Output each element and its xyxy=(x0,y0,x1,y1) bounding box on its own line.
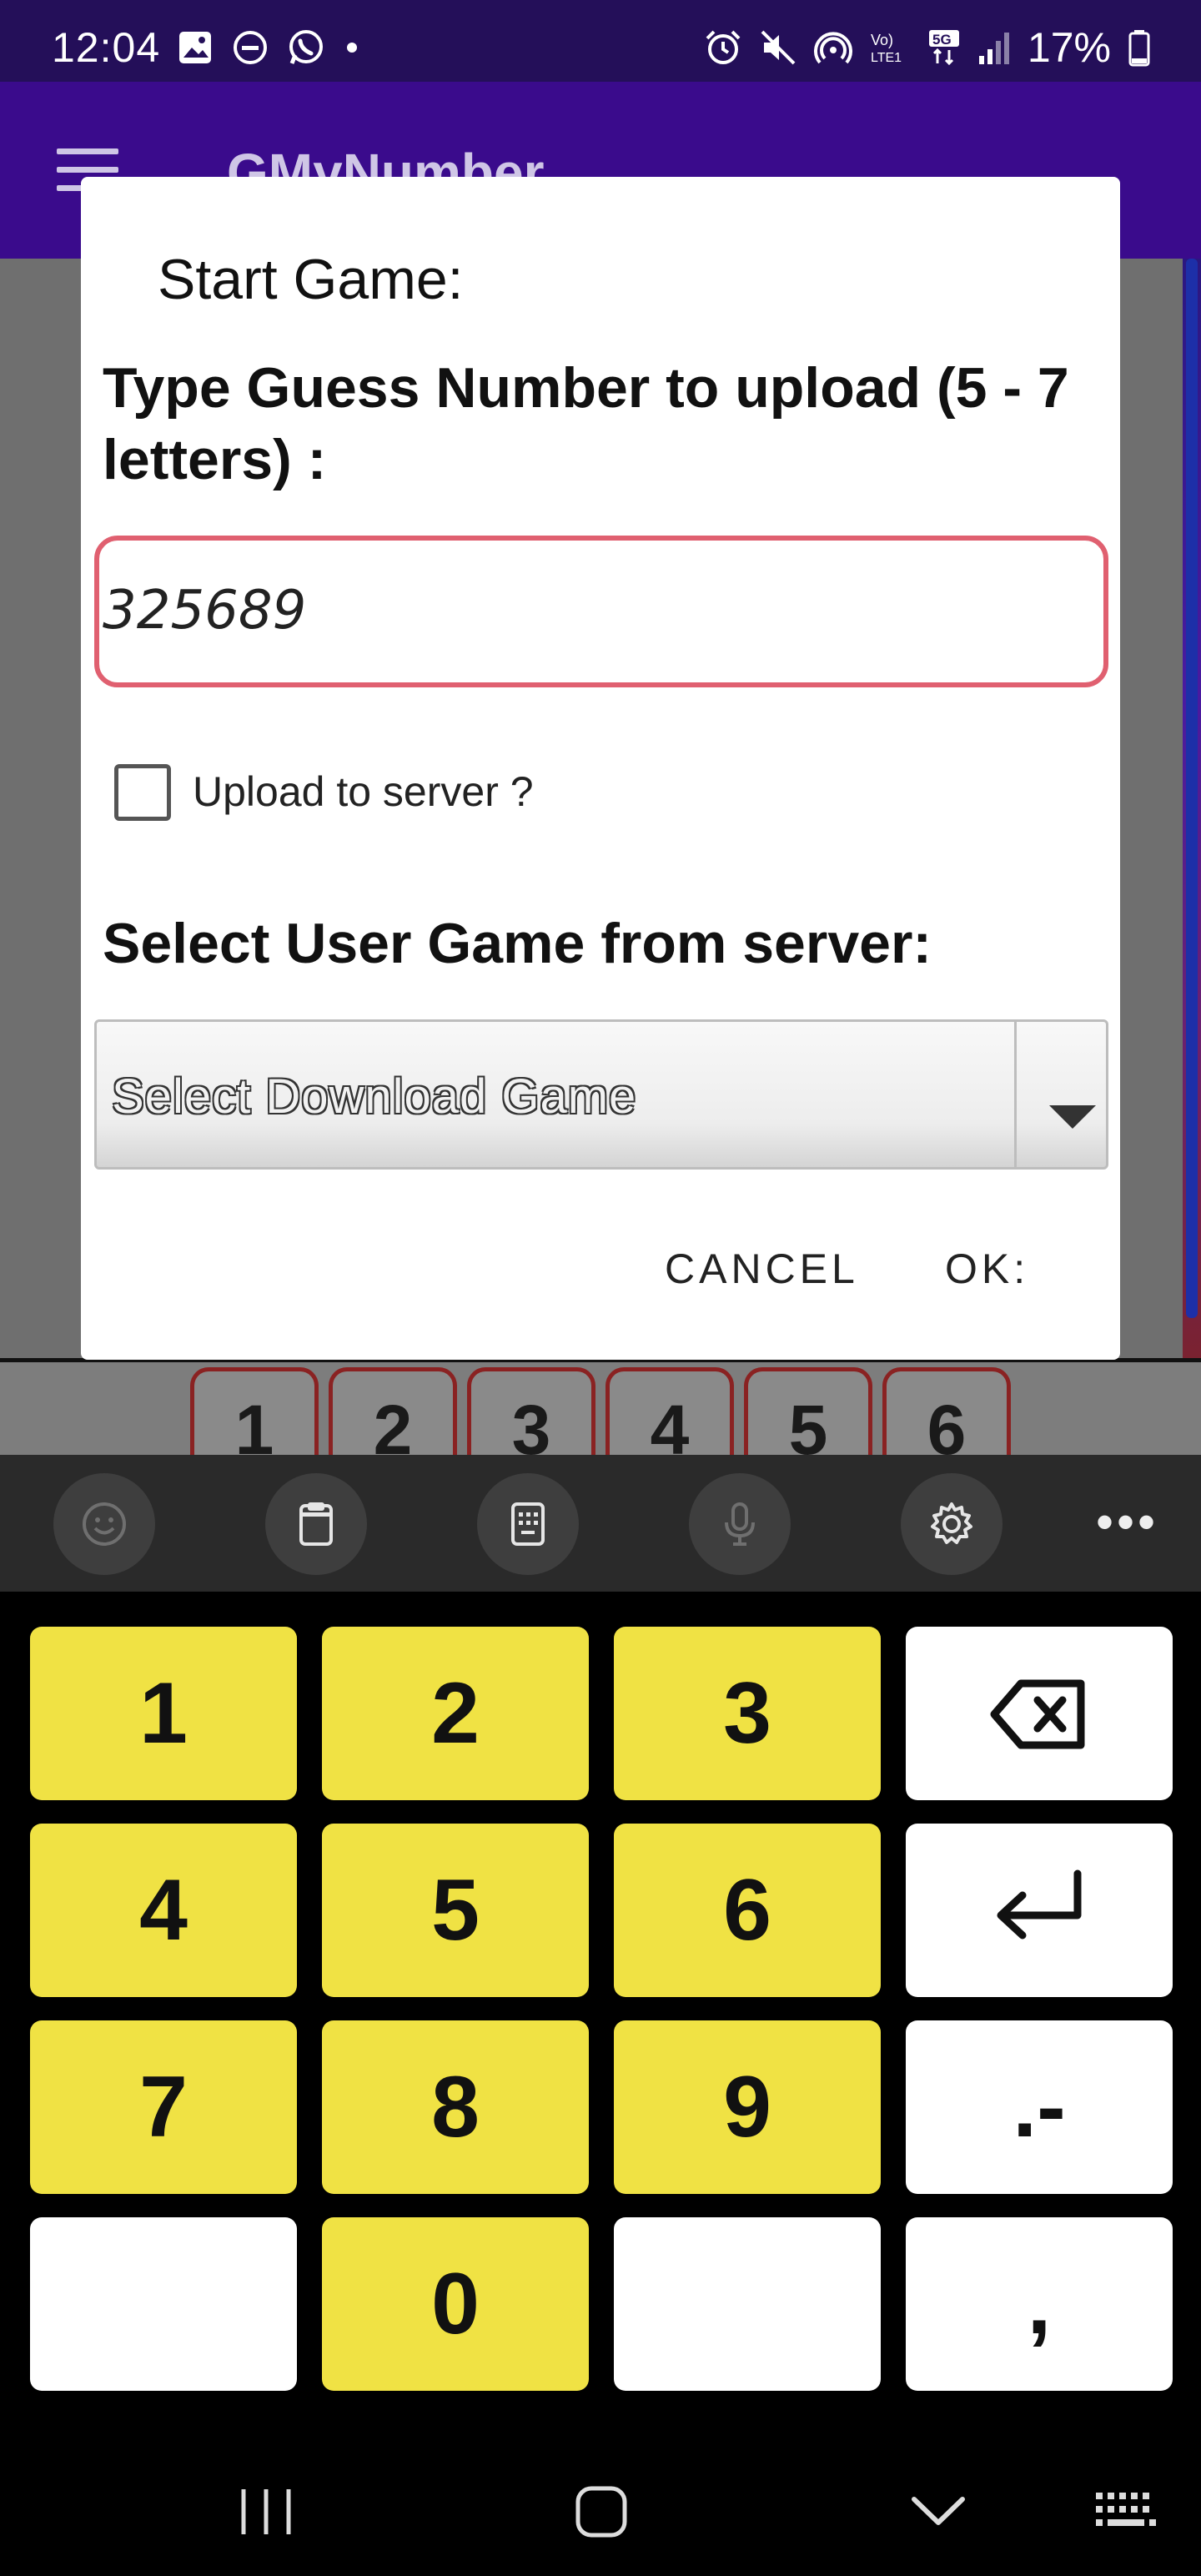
hotspot-icon xyxy=(813,32,852,64)
settings-icon[interactable] xyxy=(901,1473,1003,1575)
select-game-label: Select User Game from server: xyxy=(103,912,932,975)
select-value: Select Download Game xyxy=(112,1069,637,1124)
upload-checkbox-label[interactable]: Upload to server ? xyxy=(193,767,534,816)
whatsapp-icon xyxy=(289,30,323,64)
home-icon[interactable] xyxy=(574,2484,629,2539)
key-3[interactable]: 3 xyxy=(614,1627,881,1800)
keyboard-hide-icon[interactable] xyxy=(1094,2491,1158,2533)
key-4[interactable]: 4 xyxy=(30,1824,297,1997)
digit-strip: 1 2 3 4 5 6 xyxy=(0,1358,1201,1469)
more-icon[interactable]: ••• xyxy=(1096,1497,1158,1547)
guess-number-input[interactable]: 325689 xyxy=(94,536,1108,687)
back-icon[interactable] xyxy=(909,2491,967,2533)
key-0[interactable]: 0 xyxy=(322,2217,589,2391)
enter-key[interactable] xyxy=(906,1824,1173,1997)
svg-text:LTE1: LTE1 xyxy=(871,51,902,65)
backspace-key[interactable] xyxy=(906,1627,1173,1800)
key-dot-minus[interactable]: .- xyxy=(906,2020,1173,2194)
volte-icon: Vo) LTE1 xyxy=(871,32,902,65)
svg-text:5G: 5G xyxy=(932,32,952,48)
battery-percent: 17% xyxy=(1027,24,1111,71)
recent-apps-icon[interactable] xyxy=(239,2486,294,2538)
select-divider xyxy=(1014,1022,1017,1167)
key-comma[interactable]: , xyxy=(906,2217,1173,2391)
status-bar: 12:04 Vo) LTE1 5G 17% xyxy=(0,0,1201,82)
scrollbar[interactable] xyxy=(1186,259,1198,1318)
enter-icon xyxy=(997,1869,1082,1940)
emoji-icon[interactable] xyxy=(53,1473,155,1575)
clipboard-icon[interactable] xyxy=(265,1473,367,1575)
numeric-keyboard: 1 2 3 4 5 6 7 8 9 .- 0 , xyxy=(0,1592,1201,2392)
signal-icon xyxy=(978,33,1009,64)
backspace-icon xyxy=(990,1679,1085,1749)
dot-icon xyxy=(347,43,357,53)
key-5[interactable]: 5 xyxy=(322,1824,589,1997)
key-6[interactable]: 6 xyxy=(614,1824,881,1997)
digit-cell[interactable]: 4 xyxy=(606,1367,734,1469)
status-time: 12:04 xyxy=(52,24,161,71)
keyboard-toolbar: ••• xyxy=(0,1455,1201,1592)
ok-button[interactable]: OK: xyxy=(945,1245,1029,1293)
key-2[interactable]: 2 xyxy=(322,1627,589,1800)
status-right-icons: Vo) LTE1 5G 17% xyxy=(704,23,1151,72)
do-not-disturb-icon xyxy=(234,31,267,64)
guess-number-label: Type Guess Number to upload (5 - 7 lette… xyxy=(103,356,1069,491)
battery-icon xyxy=(1128,30,1150,67)
gallery-icon xyxy=(179,32,211,63)
key-blank-right[interactable] xyxy=(614,2217,881,2391)
status-left-icons xyxy=(177,28,360,67)
5g-icon: 5G xyxy=(928,30,959,66)
svg-text:Vo): Vo) xyxy=(871,32,893,48)
start-game-dialog: Start Game: Type Guess Number to upload … xyxy=(81,177,1120,1360)
alarm-icon xyxy=(706,30,741,64)
digit-cell[interactable]: 5 xyxy=(744,1367,872,1469)
mute-icon xyxy=(761,30,796,65)
digit-cell[interactable]: 6 xyxy=(882,1367,1011,1469)
download-game-select[interactable]: Select Download Game xyxy=(94,1019,1108,1170)
key-blank-left[interactable] xyxy=(30,2217,297,2391)
cancel-button[interactable]: CANCEL xyxy=(665,1245,859,1293)
key-7[interactable]: 7 xyxy=(30,2020,297,2194)
key-8[interactable]: 8 xyxy=(322,2020,589,2194)
key-9[interactable]: 9 xyxy=(614,2020,881,2194)
keyboard-mode-icon[interactable] xyxy=(477,1473,579,1575)
digit-cell[interactable]: 1 xyxy=(190,1367,319,1469)
digit-cell[interactable]: 3 xyxy=(467,1367,595,1469)
dialog-title: Start Game: xyxy=(158,248,464,311)
microphone-icon[interactable] xyxy=(689,1473,791,1575)
upload-checkbox[interactable] xyxy=(114,764,171,821)
digit-cell[interactable]: 2 xyxy=(329,1367,457,1469)
navigation-bar xyxy=(0,2392,1201,2576)
dropdown-arrow-icon[interactable] xyxy=(1049,1105,1096,1129)
key-1[interactable]: 1 xyxy=(30,1627,297,1800)
